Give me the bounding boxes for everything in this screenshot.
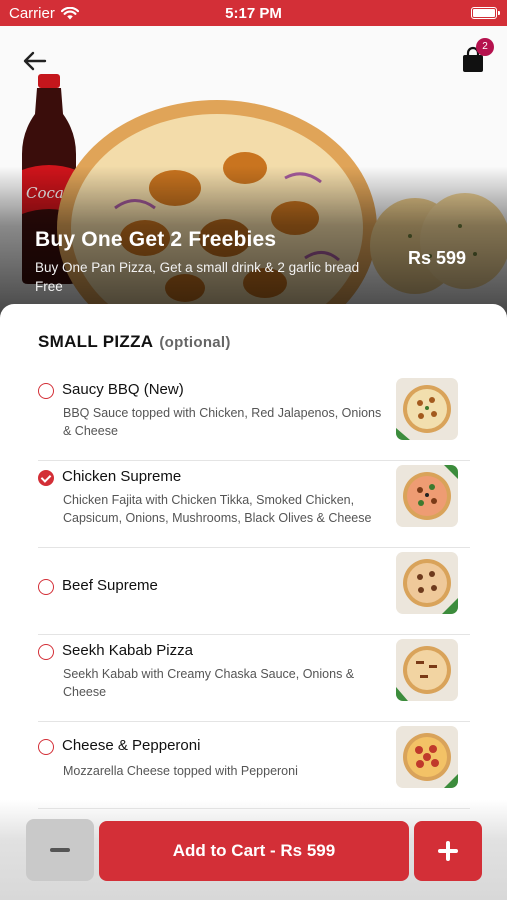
pizza-thumbnail-image xyxy=(396,378,458,440)
option-name: Beef Supreme xyxy=(62,577,158,594)
section-title: SMALL PIZZA (optional) xyxy=(38,332,231,352)
option-name: Chicken Supreme xyxy=(62,468,182,485)
option-name: Saucy BBQ (New) xyxy=(62,381,184,398)
deal-hero: Coca 2 Buy One Get 2 Freebies Buy One Pa… xyxy=(0,26,507,326)
decrease-quantity-button[interactable] xyxy=(26,819,94,881)
radio-button[interactable] xyxy=(38,644,54,660)
radio-button[interactable] xyxy=(38,579,54,595)
status-time: 5:17 PM xyxy=(225,5,282,22)
cart-count-badge: 2 xyxy=(476,38,494,56)
option-description: Seekh Kabab with Creamy Chaska Sauce, On… xyxy=(63,667,355,699)
option-description: Mozzarella Cheese topped with Pepperoni xyxy=(63,764,298,778)
pizza-option-item[interactable]: Seekh Kabab Pizza Seekh Kabab with Cream… xyxy=(38,635,470,722)
deal-description: Buy One Pan Pizza, Get a small drink & 2… xyxy=(35,260,360,294)
section-title-label: SMALL PIZZA xyxy=(38,332,154,351)
pizza-option-item[interactable]: Chicken Supreme Chicken Fajita with Chic… xyxy=(38,461,470,548)
radio-button-checked[interactable] xyxy=(38,470,54,486)
status-bar: Carrier 5:17 PM xyxy=(0,0,507,26)
pizza-thumbnail-image xyxy=(396,726,458,788)
increase-quantity-button[interactable] xyxy=(414,821,482,881)
pizza-thumbnail-image xyxy=(396,639,458,701)
battery-icon xyxy=(471,7,500,19)
minus-icon xyxy=(50,848,70,852)
deal-price: Rs 599 xyxy=(408,248,467,268)
radio-button[interactable] xyxy=(38,739,54,755)
pizza-option-item[interactable]: Beef Supreme xyxy=(38,548,470,635)
optional-label: (optional) xyxy=(159,334,231,351)
add-to-cart-button[interactable]: Add to Cart - Rs 599 xyxy=(99,821,409,881)
pizza-option-item[interactable]: Cheese & Pepperoni Mozzarella Cheese top… xyxy=(38,722,470,809)
option-description: BBQ Sauce topped with Chicken, Red Jalap… xyxy=(63,406,382,438)
option-description: Chicken Fajita with Chicken Tikka, Smoke… xyxy=(63,493,372,525)
option-name: Cheese & Pepperoni xyxy=(62,737,201,754)
radio-button[interactable] xyxy=(38,383,54,399)
pizza-option-item[interactable]: Saucy BBQ (New) BBQ Sauce topped with Ch… xyxy=(38,374,470,461)
deal-title: Buy One Get 2 Freebies xyxy=(35,228,277,251)
option-name: Seekh Kabab Pizza xyxy=(62,642,193,659)
pizza-thumbnail-image xyxy=(396,552,458,614)
pizza-thumbnail-image xyxy=(396,465,458,527)
back-arrow-icon[interactable] xyxy=(22,50,48,72)
